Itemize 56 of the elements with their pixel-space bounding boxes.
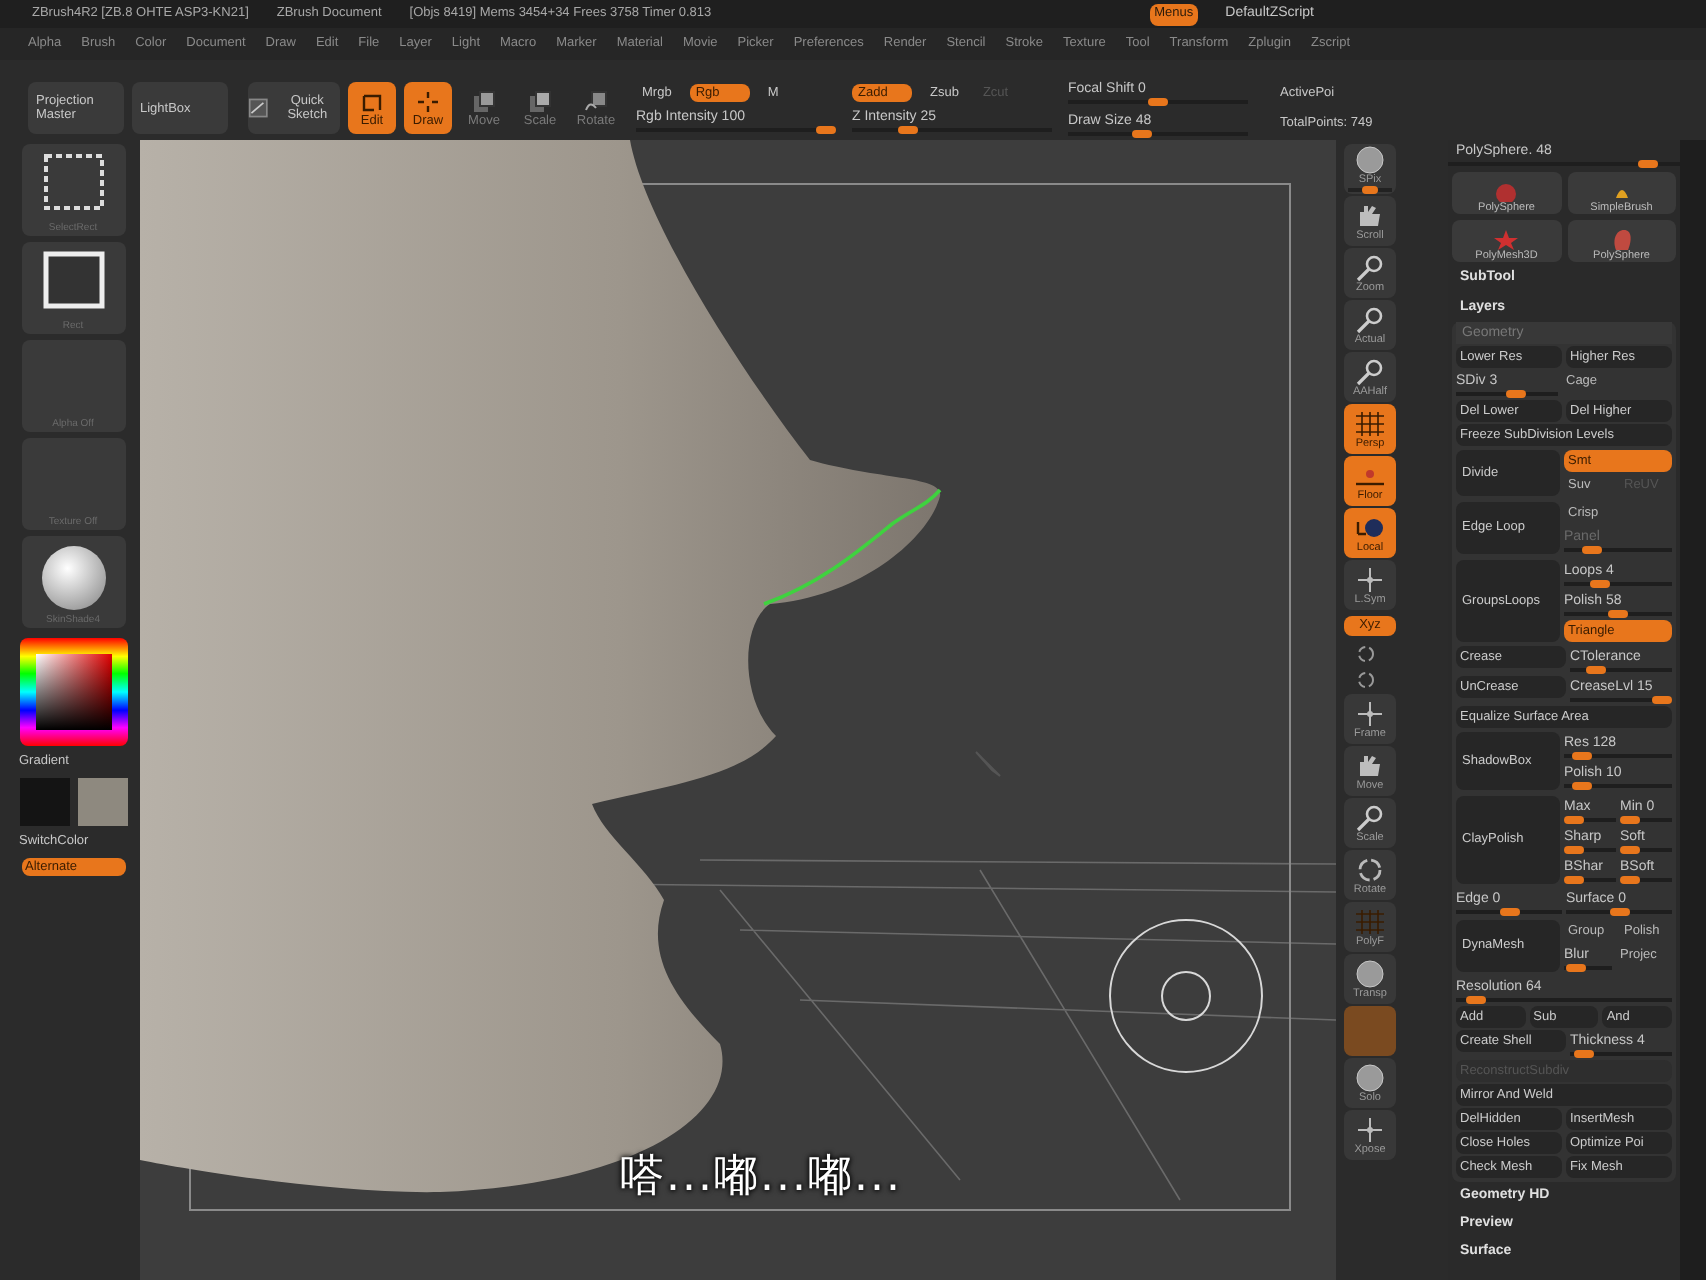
slider-thumb[interactable] <box>1620 816 1640 824</box>
slider-thumb[interactable] <box>1638 160 1659 168</box>
subtitle: 嗒...嘟...嘟... <box>620 1150 902 1206</box>
slider-thumb[interactable] <box>1564 876 1584 884</box>
axes-icon <box>1354 565 1386 593</box>
crosshair-icon <box>416 89 440 113</box>
dashed-rect-icon <box>41 152 105 212</box>
local-icon <box>1354 513 1386 541</box>
color-swatch[interactable] <box>77 777 127 826</box>
slider-thumb[interactable] <box>897 125 917 133</box>
pen-cursor-icon <box>975 751 1001 777</box>
square-icon <box>41 250 105 310</box>
slider-thumb[interactable] <box>1566 964 1587 972</box>
head-icon <box>1609 230 1634 250</box>
slider-thumb[interactable] <box>1608 610 1628 618</box>
sphere-icon <box>39 544 107 612</box>
pencil-frame-icon <box>360 89 384 113</box>
slider-thumb[interactable] <box>1590 580 1611 588</box>
hand-icon <box>1354 751 1386 779</box>
slider-thumb[interactable] <box>1609 908 1629 916</box>
rotate-icon <box>584 89 608 113</box>
slider-thumb[interactable] <box>1586 666 1607 674</box>
sphere-icon <box>1354 959 1386 987</box>
scale-icon <box>528 89 552 113</box>
slider-thumb[interactable] <box>1652 696 1672 704</box>
slider-thumb[interactable] <box>1505 390 1526 398</box>
slider-thumb[interactable] <box>1564 846 1584 854</box>
axes-icon <box>1354 699 1386 727</box>
hand-icon <box>1354 201 1386 229</box>
slider-thumb[interactable] <box>1362 186 1378 194</box>
slider-thumb[interactable] <box>1572 752 1593 760</box>
sketch-icon <box>248 96 269 120</box>
move-icon <box>472 89 496 113</box>
slider-thumb[interactable] <box>1148 97 1168 105</box>
axes-icon <box>1354 1115 1386 1143</box>
magnifier-icon <box>1356 804 1383 831</box>
slider-thumb[interactable] <box>1465 996 1486 1004</box>
rotate-icon <box>1354 855 1386 883</box>
slider-thumb[interactable] <box>1620 846 1640 854</box>
slider-thumb[interactable] <box>1572 782 1593 790</box>
star-icon <box>1494 230 1519 250</box>
slider-thumb[interactable] <box>1132 129 1152 137</box>
color-picker[interactable] <box>19 638 127 746</box>
canvas[interactable]: 嗒...嘟...嘟... <box>140 140 1336 1280</box>
slider-thumb[interactable] <box>1620 876 1640 884</box>
slider-thumb[interactable] <box>1574 1050 1595 1058</box>
sphere-icon <box>1354 146 1386 174</box>
slider-thumb[interactable] <box>1499 908 1519 916</box>
grid-icon <box>1354 907 1386 935</box>
magnifier-icon <box>1356 306 1383 333</box>
grid-icon <box>1354 409 1386 437</box>
slider-thumb[interactable] <box>816 125 836 133</box>
magnifier-icon <box>1356 254 1383 281</box>
magnifier-icon <box>1356 358 1383 385</box>
slider-thumb[interactable] <box>1564 816 1584 824</box>
sphere-icon <box>1354 1063 1386 1091</box>
